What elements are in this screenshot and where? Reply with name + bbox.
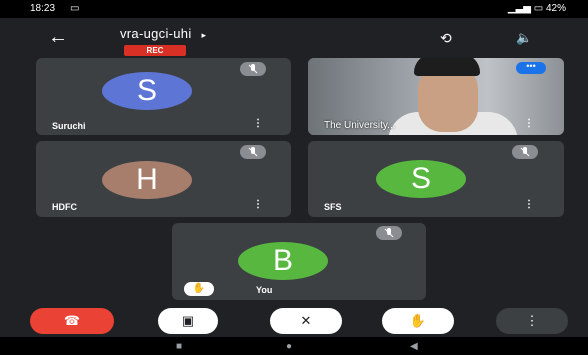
- camera-toggle-button[interactable]: ▣: [158, 308, 218, 334]
- participant-name: HDFC: [52, 202, 77, 212]
- participant-name: You: [256, 285, 273, 295]
- mic-off-icon: [240, 145, 266, 159]
- switch-camera-icon[interactable]: ⟲: [440, 30, 452, 47]
- back-arrow-icon[interactable]: ←: [48, 26, 68, 49]
- mic-off-icon: ✕: [300, 313, 312, 328]
- more-options-button[interactable]: ⋮: [496, 308, 568, 334]
- camera-off-icon: ▣: [181, 313, 195, 328]
- chevron-right-icon: ▸: [201, 30, 207, 40]
- avatar: B: [238, 242, 328, 280]
- avatar: S: [376, 160, 466, 198]
- more-vert-icon[interactable]: ⋮: [524, 118, 534, 129]
- more-dots-icon[interactable]: •••: [516, 62, 546, 74]
- more-vert-icon[interactable]: ⋮: [253, 118, 263, 129]
- raised-hand-icon: ✋: [184, 282, 214, 296]
- signal-icon: ▁▃▅: [507, 3, 531, 14]
- recents-icon[interactable]: ■: [176, 341, 182, 352]
- participant-tile-video[interactable]: ••• The University... ⋮: [308, 58, 564, 135]
- mic-off-icon: [240, 62, 266, 76]
- participant-name: Suruchi: [52, 121, 86, 131]
- status-bar: 18:23 ▭ ▁▃▅ ▭ 42%: [0, 0, 588, 18]
- participant-name: The University...: [324, 120, 396, 131]
- mic-toggle-button[interactable]: ✕: [270, 308, 342, 334]
- more-options-icon: ⋮: [525, 313, 539, 328]
- back-icon[interactable]: ◀: [410, 341, 418, 352]
- participant-tile-you[interactable]: B ✋ You: [172, 223, 426, 300]
- mic-off-icon: [376, 226, 402, 240]
- status-right: ▁▃▅ ▭ 42%: [508, 3, 566, 14]
- meeting-code[interactable]: vra-ugci-uhi ▸: [120, 26, 206, 41]
- participant-tile-hdfc[interactable]: H HDFC ⋮: [36, 141, 291, 217]
- participant-tile-sfs[interactable]: S SFS ⋮: [308, 141, 564, 217]
- more-vert-icon[interactable]: ⋮: [253, 199, 263, 210]
- avatar: S: [102, 72, 192, 110]
- call-controls: ☎ ▣ ✕ ✋ ⋮: [0, 303, 588, 337]
- end-call-icon: ☎: [63, 313, 81, 328]
- clock: 18:23: [30, 3, 56, 14]
- battery-icon: ▭: [533, 3, 544, 14]
- system-nav-bar: ■ ● ◀: [0, 337, 588, 355]
- more-vert-icon[interactable]: ⋮: [524, 199, 534, 210]
- sim-icon: ▭: [70, 3, 80, 14]
- raise-hand-icon: ✋: [409, 313, 427, 328]
- speaker-icon[interactable]: 🔈: [516, 30, 532, 46]
- battery-percent: 42%: [545, 3, 566, 14]
- participant-tile-suruchi[interactable]: S Suruchi ⋮: [36, 58, 291, 135]
- video-person-hair: [414, 58, 480, 76]
- mic-off-icon: [512, 145, 538, 159]
- raise-hand-button[interactable]: ✋: [382, 308, 454, 334]
- home-icon[interactable]: ●: [286, 341, 292, 352]
- participant-name: SFS: [324, 202, 342, 212]
- recording-badge: REC: [124, 45, 186, 56]
- end-call-button[interactable]: ☎: [30, 308, 114, 334]
- avatar: H: [102, 161, 192, 199]
- meeting-header: ← vra-ugci-uhi ▸ REC ⟲ 🔈: [0, 18, 588, 58]
